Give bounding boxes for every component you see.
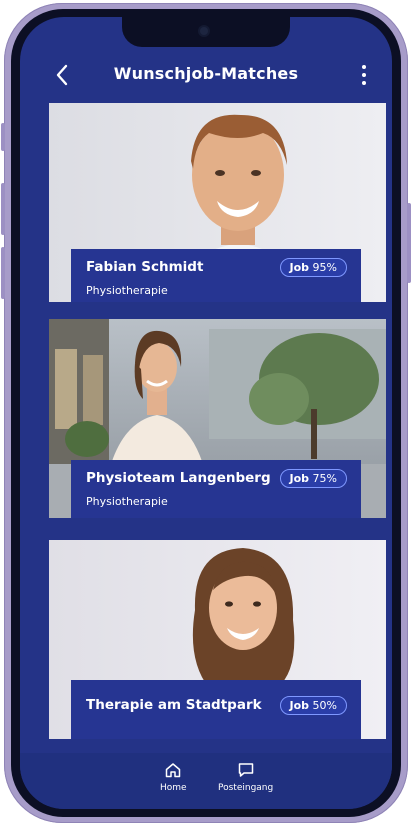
nav-home-label: Home — [160, 783, 187, 793]
badge-prefix: Job — [289, 699, 310, 712]
nav-inbox[interactable]: Posteingang — [218, 761, 273, 793]
front-camera — [200, 27, 208, 35]
power-button — [407, 203, 411, 283]
home-icon — [166, 763, 181, 778]
nav-home[interactable]: Home — [160, 761, 187, 793]
badge-value: 95% — [312, 261, 337, 274]
back-arrow-icon — [56, 64, 68, 86]
match-card[interactable]: Therapie am Stadtpark Job 50% — [49, 540, 386, 739]
back-button[interactable] — [46, 59, 78, 91]
mute-switch — [1, 123, 5, 151]
bottom-navigation: Home Posteingang — [20, 753, 392, 809]
match-category: Physiotherapie — [86, 495, 168, 508]
match-score-badge: Job 75% — [279, 469, 347, 488]
match-score-badge: Job 95% — [279, 258, 347, 277]
notch — [122, 17, 290, 47]
match-info: Therapie am Stadtpark Job 50% — [71, 680, 361, 739]
match-card[interactable]: Physioteam Langenberg Physiotherapie Job… — [49, 319, 386, 518]
badge-prefix: Job — [289, 261, 310, 274]
more-vertical-icon — [362, 65, 366, 69]
volume-down-button — [1, 247, 5, 299]
nav-inbox-label: Posteingang — [218, 783, 274, 793]
match-category: Physiotherapie — [86, 284, 168, 297]
more-options-button[interactable] — [350, 59, 378, 91]
badge-prefix: Job — [289, 472, 310, 485]
app-screen: Wunschjob-Matches Fabian Schmidt Physiot… — [20, 17, 392, 809]
chat-bubble-icon — [238, 763, 253, 777]
match-name: Therapie am Stadtpark — [86, 697, 262, 713]
badge-value: 50% — [312, 699, 337, 712]
badge-value: 75% — [312, 472, 337, 485]
phone-frame: Wunschjob-Matches Fabian Schmidt Physiot… — [1, 3, 411, 823]
app-header: Wunschjob-Matches — [20, 49, 392, 101]
volume-up-button — [1, 183, 5, 235]
match-card[interactable]: Fabian Schmidt Physiotherapie Job 95% — [49, 103, 386, 302]
phone-bezel: Wunschjob-Matches Fabian Schmidt Physiot… — [11, 9, 401, 817]
match-name: Physioteam Langenberg — [86, 470, 271, 486]
page-title: Wunschjob-Matches — [113, 64, 299, 83]
match-name: Fabian Schmidt — [86, 259, 204, 275]
match-info: Physioteam Langenberg Physiotherapie Job… — [71, 460, 361, 518]
match-info: Fabian Schmidt Physiotherapie Job 95% — [71, 249, 361, 302]
match-score-badge: Job 50% — [279, 696, 347, 715]
